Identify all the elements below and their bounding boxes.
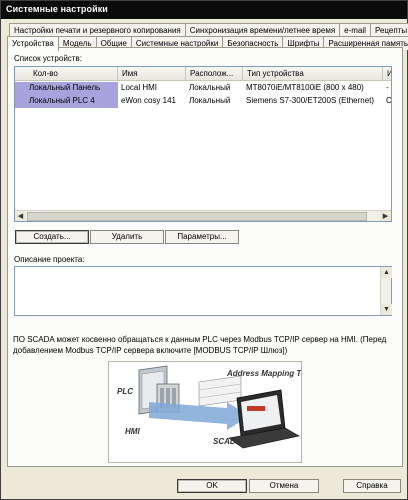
scroll-down-icon[interactable]: ▼ bbox=[381, 304, 392, 315]
scada-window-icon bbox=[247, 406, 265, 411]
hscroll-thumb[interactable] bbox=[27, 212, 367, 221]
cell-count: Локальный PLC 4 bbox=[15, 95, 118, 108]
create-button[interactable]: Создать... bbox=[15, 230, 89, 244]
col-header-location[interactable]: Располож... bbox=[186, 67, 243, 81]
cell-extra: - bbox=[386, 83, 389, 92]
cell-name: eWon cosy 141 bbox=[121, 96, 176, 105]
device-list-header: Кол-во Имя Располож... Тип устройства И bbox=[15, 67, 391, 81]
col-header-name[interactable]: Имя bbox=[118, 67, 186, 81]
cell-location: Локальный bbox=[189, 83, 231, 92]
tab-row-top: Настройки печати и резервного копировани… bbox=[9, 23, 408, 37]
help-button[interactable]: Справка bbox=[343, 479, 401, 493]
delete-button[interactable]: Удалить bbox=[90, 230, 164, 244]
cell-extra: Ce bbox=[386, 96, 392, 105]
tab-devices[interactable]: Устройства bbox=[7, 36, 59, 51]
cell-name: Local HMI bbox=[121, 83, 158, 92]
mapping-table-icon bbox=[198, 375, 242, 407]
cell-device-type: Siemens S7-300/ET200S (Ethernet) bbox=[246, 96, 375, 105]
col-header-extra[interactable]: И bbox=[383, 67, 391, 81]
col-header-device-type[interactable]: Тип устройства bbox=[243, 67, 383, 81]
scroll-up-icon[interactable]: ▲ bbox=[381, 267, 392, 278]
device-list[interactable]: Кол-во Имя Располож... Тип устройства И … bbox=[14, 66, 392, 222]
description-label: Описание проекта: bbox=[14, 255, 85, 264]
address-mapping-diagram: Address Mapping Table PLC HMI SCADA bbox=[108, 361, 302, 463]
description-textarea[interactable]: ▲ ▼ bbox=[14, 266, 392, 316]
cancel-button[interactable]: Отмена bbox=[249, 479, 319, 493]
scada-note: ПО SCADA может косвенно обращаться к дан… bbox=[13, 335, 387, 355]
scroll-right-icon[interactable]: ▶ bbox=[380, 211, 391, 221]
device-list-hscrollbar[interactable]: ◀ ▶ bbox=[15, 210, 391, 221]
diagram-label-hmi: HMI bbox=[125, 427, 140, 436]
cell-count: Локальный Панель bbox=[15, 82, 118, 95]
scroll-left-icon[interactable]: ◀ bbox=[15, 211, 26, 221]
description-vscrollbar[interactable]: ▲ ▼ bbox=[380, 267, 392, 315]
diagram-illustration: Address Mapping Table PLC HMI SCADA bbox=[117, 365, 301, 449]
table-row[interactable]: Локальный PLC 4 eWon cosy 141 Локальный … bbox=[15, 95, 392, 108]
tab-time-sync[interactable]: Синхронизация времени/летнее время bbox=[184, 23, 341, 37]
cell-device-type: MT8070iE/MT8100iE (800 x 480) bbox=[246, 83, 364, 92]
device-list-label: Список устройств: bbox=[14, 54, 82, 63]
diagram-label-scada: SCADA bbox=[213, 437, 242, 446]
tab-recipes[interactable]: Рецепты bbox=[369, 23, 408, 37]
diagram-label-plc: PLC bbox=[117, 387, 133, 396]
system-settings-window: Системные настройки Настройки печати и р… bbox=[0, 0, 408, 500]
table-row[interactable]: Локальный Панель Local HMI Локальный MT8… bbox=[15, 82, 391, 95]
ok-button[interactable]: OK bbox=[177, 479, 247, 493]
parameters-button[interactable]: Параметры... bbox=[165, 230, 239, 244]
window-title: Системные настройки bbox=[1, 1, 407, 19]
tab-email[interactable]: e-mail bbox=[339, 23, 371, 37]
cell-location: Локальный bbox=[189, 96, 231, 105]
col-header-count[interactable]: Кол-во bbox=[15, 67, 118, 81]
tab-print-backup[interactable]: Настройки печати и резервного копировани… bbox=[9, 23, 186, 37]
data-flow-arrow-icon bbox=[149, 402, 249, 430]
